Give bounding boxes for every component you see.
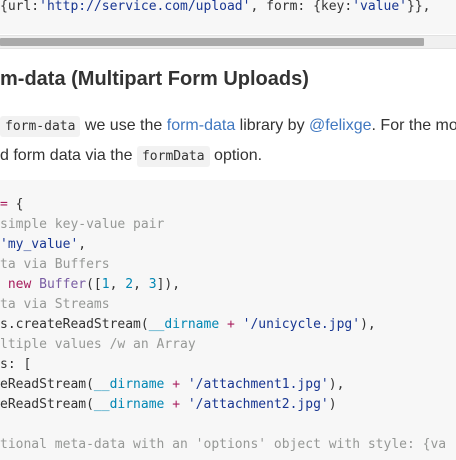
code-block: = { simple key-value pair 'my_value', ta… [0, 180, 456, 460]
code-line: eReadStream(__dirname + '/attachment1.jp… [0, 377, 345, 392]
inline-code-form-data: form-data [0, 116, 81, 137]
code-line: eReadStream(__dirname + '/attachment2.jp… [0, 397, 337, 412]
horizontal-scrollbar[interactable] [0, 35, 456, 49]
code-line: ltiple values /w an Array [0, 337, 196, 352]
felixge-link[interactable]: @felixge [309, 117, 372, 134]
code-line: simple key-value pair [0, 217, 165, 232]
paragraph-line: form-data we use the form-data library b… [0, 113, 456, 143]
code-line: s.createReadStream(__dirname + '/unicycl… [0, 317, 376, 332]
code-line: new Buffer([1, 2, 3]), [7, 277, 181, 292]
paragraph-line: d form data via the formData option. [0, 143, 456, 173]
description-paragraph: form-data we use the form-data library b… [0, 113, 456, 173]
code-line: ta via Buffers [0, 257, 110, 272]
code-line: 'my_value', [0, 237, 87, 252]
inline-code-formData: formData [136, 146, 210, 167]
code-line: {url:'http://service.com/upload', form: … [0, 0, 431, 14]
code-line: ta via Streams [0, 297, 110, 312]
form-data-link[interactable]: form-data [167, 117, 235, 134]
code-line: s: [ [0, 357, 32, 372]
scrollbar-thumb[interactable] [0, 38, 424, 46]
section-heading: m-data (Multipart Form Uploads) [0, 68, 309, 90]
code-snippet-top: {url:'http://service.com/upload', form: … [0, 0, 456, 34]
code-line: tional meta-data with an 'options' objec… [0, 437, 447, 452]
code-line: = { [0, 197, 24, 212]
